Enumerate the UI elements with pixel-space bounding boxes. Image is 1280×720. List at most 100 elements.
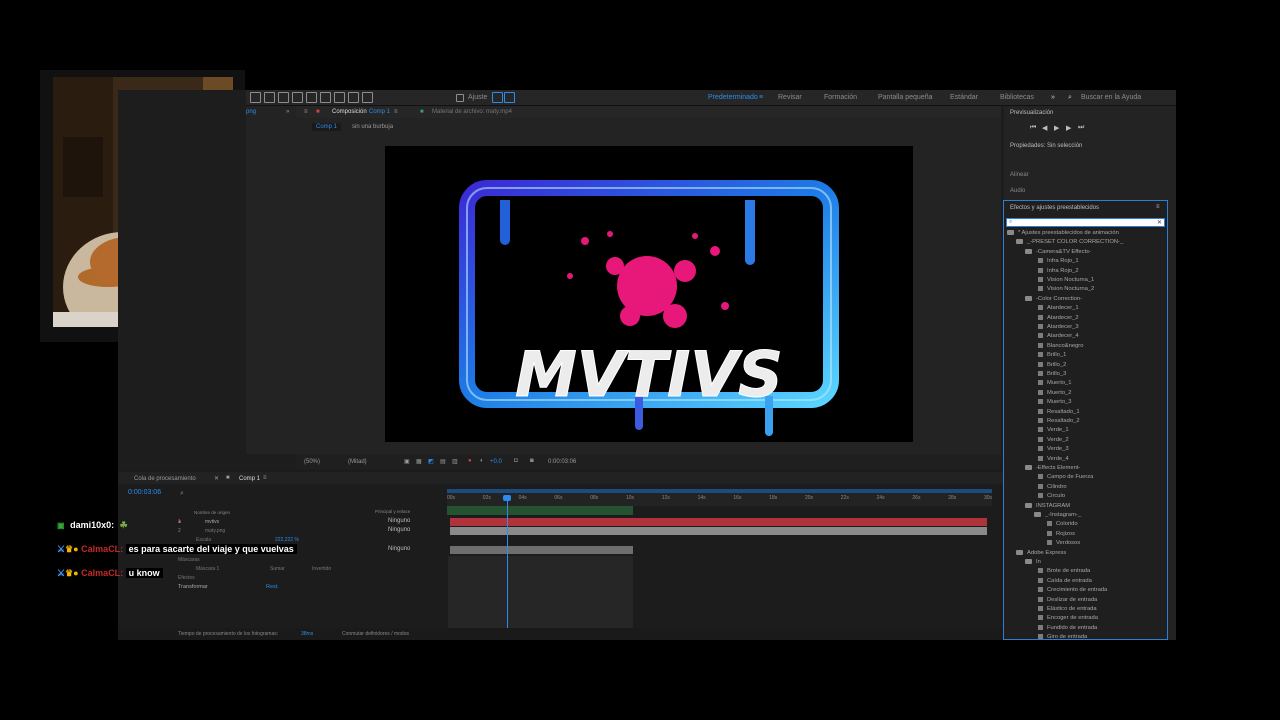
exposure-icon[interactable]: ◐ bbox=[480, 458, 484, 464]
zoom-select[interactable]: (50%) bbox=[304, 459, 320, 465]
viewer-timecode[interactable]: 0:00:03:06 bbox=[548, 459, 576, 465]
workspace-predeterminado[interactable]: Predeterminado bbox=[708, 94, 758, 101]
tree-folder[interactable]: -Camera&TV Effects- bbox=[1025, 248, 1091, 257]
tree-preset-item[interactable]: Brote de entrada bbox=[1038, 567, 1090, 576]
selection-tool-icon[interactable] bbox=[264, 92, 275, 103]
tree-preset-item[interactable]: Resaltado_2 bbox=[1038, 417, 1080, 426]
last-frame-icon[interactable]: ⏭ bbox=[1078, 124, 1084, 132]
workspace-pantalla-pequena[interactable]: Pantalla pequeña bbox=[878, 94, 933, 101]
tab-composition[interactable]: Composición bbox=[332, 109, 367, 115]
pen-tool-icon[interactable] bbox=[278, 92, 289, 103]
tree-preset-item[interactable]: Cilindro bbox=[1038, 483, 1067, 492]
tab-close-icon[interactable]: ✕ bbox=[214, 475, 219, 482]
tree-preset-item[interactable]: Caída de entrada bbox=[1038, 577, 1092, 586]
project-tab-label[interactable]: png bbox=[246, 109, 256, 115]
first-frame-icon[interactable]: ⏮ bbox=[1030, 124, 1036, 132]
work-area-range[interactable] bbox=[447, 506, 633, 515]
color-channels-icon[interactable]: ● bbox=[468, 458, 472, 464]
tree-preset-item[interactable]: Fundido de entrada bbox=[1038, 624, 1097, 633]
tree-preset-item[interactable]: Verde_2 bbox=[1038, 436, 1069, 445]
workspace-estandar[interactable]: Estándar bbox=[950, 94, 978, 101]
puppet-pin-icon[interactable] bbox=[362, 92, 373, 103]
playhead-handle[interactable] bbox=[503, 495, 511, 501]
mascara-mode[interactable]: Sumar bbox=[270, 566, 285, 572]
ajuste-checkbox[interactable] bbox=[456, 94, 464, 102]
breadcrumb-sin-burbuja[interactable]: sin una burbuja bbox=[352, 124, 393, 130]
tree-preset-item[interactable]: Deslizar de entrada bbox=[1038, 596, 1097, 605]
snapshot-icon[interactable]: ◘ bbox=[514, 458, 518, 464]
layer-1-parent[interactable]: Ninguno bbox=[388, 518, 410, 524]
tree-preset-item[interactable]: Brillo_3 bbox=[1038, 370, 1066, 379]
play-icon[interactable]: ▶ bbox=[1054, 124, 1059, 132]
tree-preset-item[interactable]: Atardecer_2 bbox=[1038, 314, 1079, 323]
third-parent[interactable]: Ninguno bbox=[388, 546, 410, 552]
brush-tool-icon[interactable] bbox=[306, 92, 317, 103]
layer-2-parent[interactable]: Ninguno bbox=[388, 527, 410, 533]
mascara-inverted[interactable]: Invertido bbox=[312, 566, 331, 572]
tree-preset-item[interactable]: Encoger de entrada bbox=[1038, 614, 1098, 623]
tree-preset-item[interactable]: Atardecer_4 bbox=[1038, 332, 1079, 341]
audio-title[interactable]: Audio bbox=[1010, 188, 1025, 194]
tree-folder[interactable]: _-PRESET COLOR CORRECTION-_ bbox=[1016, 238, 1123, 247]
tree-preset-item[interactable]: Vision Nocturna_1 bbox=[1038, 276, 1094, 285]
guides-icon[interactable]: ▤ bbox=[440, 458, 446, 465]
layer-2-bar[interactable] bbox=[450, 527, 987, 535]
workspace-bibliotecas[interactable]: Bibliotecas bbox=[1000, 94, 1034, 101]
tree-preset-item[interactable]: Elástico de entrada bbox=[1038, 605, 1097, 614]
tree-preset-item[interactable]: Muerto_3 bbox=[1038, 398, 1072, 407]
transparency-grid-icon[interactable]: ▦ bbox=[416, 458, 422, 465]
tree-folder[interactable]: -Color Correction- bbox=[1025, 295, 1082, 304]
clear-search-icon[interactable]: ✕ bbox=[1157, 219, 1162, 226]
tree-preset-item[interactable]: Verde_3 bbox=[1038, 445, 1069, 454]
tree-preset-item[interactable]: Infra Rojo_2 bbox=[1038, 267, 1079, 276]
tree-preset-item[interactable]: Muerto_1 bbox=[1038, 379, 1072, 388]
tree-folder[interactable]: Adobe Express bbox=[1016, 549, 1066, 558]
tree-folder[interactable]: In bbox=[1025, 558, 1041, 567]
tree-preset-item[interactable]: Infra Rojo_1 bbox=[1038, 257, 1079, 266]
clone-stamp-icon[interactable] bbox=[320, 92, 331, 103]
align-title[interactable]: Alinear bbox=[1010, 172, 1029, 178]
snap-options-icon[interactable] bbox=[504, 92, 515, 103]
eraser-icon[interactable] bbox=[334, 92, 345, 103]
timeline-ruler[interactable]: 00s 02s 04s 06s 08s 10s 12s 14s 16s 18s 20s 22s 24s 2… bbox=[447, 492, 992, 506]
workspace-formacion[interactable]: Formación bbox=[824, 94, 857, 101]
snap-icon[interactable] bbox=[492, 92, 503, 103]
timeline-search-icon[interactable]: ⌕ bbox=[180, 490, 184, 498]
close-tab-icon[interactable]: ■ bbox=[316, 109, 320, 115]
layer-2-name[interactable]: maty.png bbox=[205, 528, 225, 534]
tree-preset-item[interactable]: Giro de entrada bbox=[1038, 633, 1087, 639]
effects-search-input[interactable]: ⌕ ✕ bbox=[1006, 218, 1165, 227]
tree-preset-item[interactable]: Muerto_2 bbox=[1038, 389, 1072, 398]
layer-1-name[interactable]: mvtivs bbox=[205, 519, 219, 525]
tree-preset-item[interactable]: Brillo_1 bbox=[1038, 351, 1066, 360]
tab-menu-icon[interactable]: ≡ bbox=[263, 475, 267, 481]
tree-preset-item[interactable]: Campo de Fuerza bbox=[1038, 473, 1093, 482]
tree-preset-item[interactable]: Brillo_2 bbox=[1038, 361, 1066, 370]
effects-menu-icon[interactable]: ≡ bbox=[1156, 204, 1160, 210]
viewer-menu-icon[interactable]: ≡ bbox=[304, 109, 308, 115]
tree-preset-item[interactable]: Verde_1 bbox=[1038, 426, 1069, 435]
panel-expand-icon[interactable]: » bbox=[286, 109, 289, 115]
composition-canvas[interactable]: MVTIVS bbox=[385, 146, 913, 442]
tree-preset-item[interactable]: Circulo bbox=[1038, 492, 1065, 501]
toggle-switches-modes[interactable]: Conmutar definidores / modos bbox=[342, 631, 409, 637]
grid-icon[interactable]: ▥ bbox=[452, 458, 458, 465]
playhead[interactable] bbox=[507, 496, 508, 630]
exposure-value[interactable]: +0.0 bbox=[490, 459, 502, 465]
tree-preset-item[interactable]: Verdosos bbox=[1047, 539, 1080, 548]
tree-preset-item[interactable]: Atardecer_3 bbox=[1038, 323, 1079, 332]
region-icon[interactable]: ▣ bbox=[404, 458, 410, 465]
tree-preset-item[interactable]: Rojizos bbox=[1047, 530, 1075, 539]
work-area-bar[interactable] bbox=[447, 489, 992, 493]
mask-bar[interactable] bbox=[450, 546, 633, 554]
tab-footage[interactable]: Material de archivo: maty.mp4 bbox=[432, 109, 512, 115]
show-snapshot-icon[interactable]: ◙ bbox=[530, 458, 534, 464]
layer-row-1[interactable]: ■ 1 mvtivs Ninguno bbox=[120, 518, 440, 527]
prev-frame-icon[interactable]: ◀ bbox=[1042, 124, 1047, 132]
tree-preset-item[interactable]: Vision Nocturna_2 bbox=[1038, 285, 1094, 294]
tab-menu-icon[interactable]: ≡ bbox=[394, 109, 398, 115]
more-workspaces-icon[interactable]: » bbox=[1051, 94, 1055, 101]
roto-brush-icon[interactable] bbox=[348, 92, 359, 103]
tree-preset-item[interactable]: Atardecer_1 bbox=[1038, 304, 1079, 313]
tree-preset-item[interactable]: Blanco&negro bbox=[1038, 342, 1083, 351]
